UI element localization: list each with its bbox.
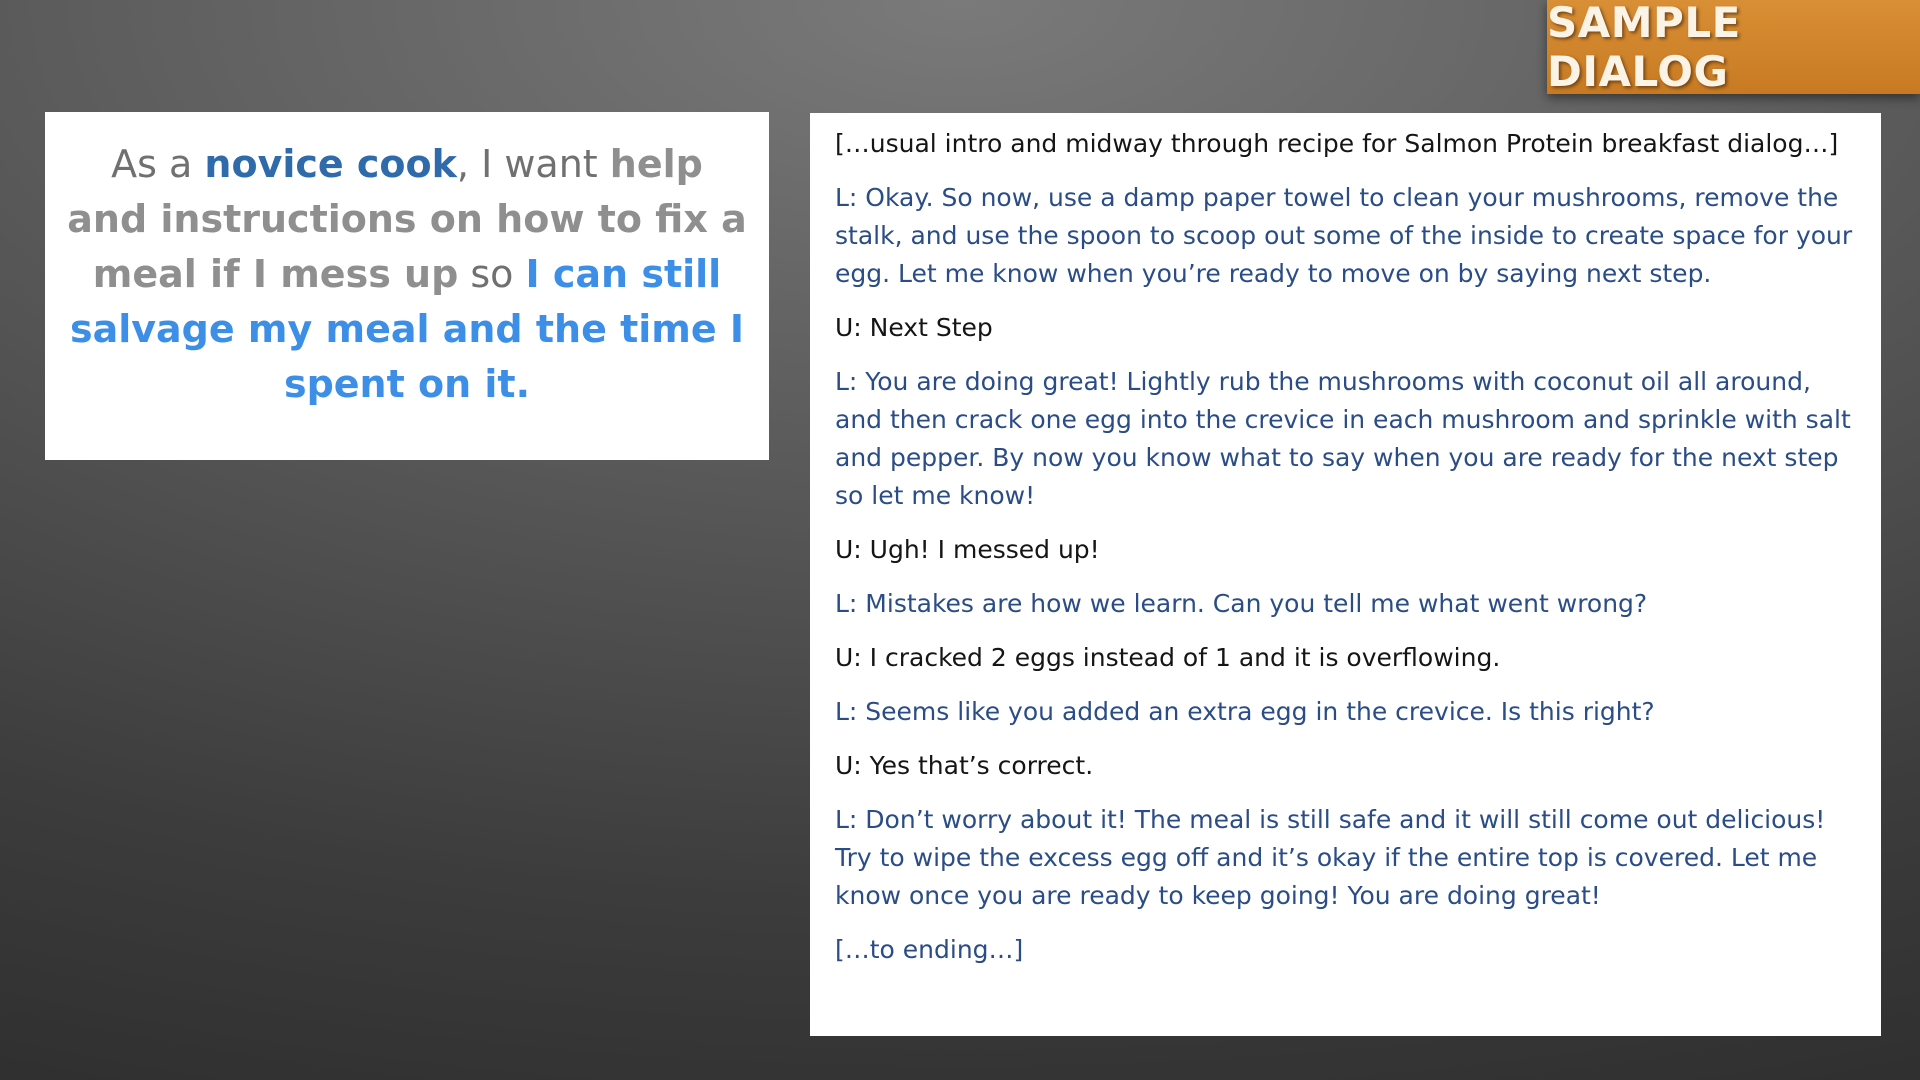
- user-story-card: As a novice cook, I want help and instru…: [45, 112, 769, 460]
- dialog-transcript-card: […usual intro and midway through recipe …: [810, 113, 1881, 1036]
- dialog-line-assistant: L: Don’t worry about it! The meal is sti…: [835, 805, 1826, 910]
- slide-title: SAMPLE DIALOG: [1547, 0, 1741, 96]
- dialog-line-user: U: Ugh! I messed up!: [835, 535, 1100, 564]
- user-story-text: As a novice cook, I want help and instru…: [67, 137, 747, 412]
- dialog-line-assistant: L: Seems like you added an extra egg in …: [835, 697, 1655, 726]
- story-prefix: As a: [111, 141, 205, 186]
- story-connector-so: so: [458, 251, 526, 296]
- dialog-intro-note: […usual intro and midway through recipe …: [835, 129, 1839, 158]
- dialog-line-assistant: L: Okay. So now, use a damp paper towel …: [835, 183, 1853, 288]
- dialog-ending-note: […to ending…]: [835, 935, 1024, 964]
- slide-title-banner: SAMPLE DIALOG: [1547, 0, 1920, 96]
- dialog-line-user: U: I cracked 2 eggs instead of 1 and it …: [835, 643, 1501, 672]
- dialog-line-user: U: Yes that’s correct.: [835, 751, 1094, 780]
- story-connector-want: , I want: [456, 141, 610, 186]
- story-role: novice cook: [204, 141, 457, 186]
- dialog-line-user: U: Next Step: [835, 313, 993, 342]
- dialog-line-assistant: L: You are doing great! Lightly rub the …: [835, 367, 1851, 510]
- dialog-line-assistant: L: Mistakes are how we learn. Can you te…: [835, 589, 1648, 618]
